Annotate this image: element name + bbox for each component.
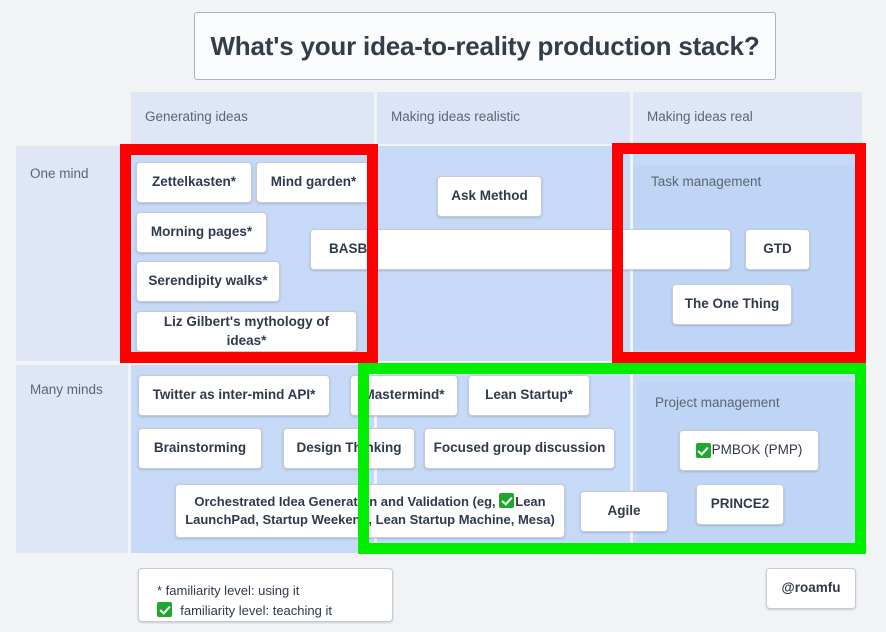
column-header-making-ideas-realistic: Making ideas realistic xyxy=(377,92,630,144)
card-twitter-inter-mind-api[interactable]: Twitter as inter-mind API* xyxy=(138,375,330,416)
column-header-label-1: Making ideas realistic xyxy=(391,109,521,124)
row-header-label-0: One mind xyxy=(30,166,89,181)
card-orchestrated-text-2: LaunchPad, Startup Weekend, Lean Startup… xyxy=(185,512,555,527)
card-pmbok-pmp[interactable]: PMBOK (PMP) xyxy=(679,430,819,471)
diagram-canvas: What's your idea-to-reality production s… xyxy=(0,0,886,632)
card-focused-group-discussion[interactable]: Focused group discussion xyxy=(424,428,615,469)
card-pmbok-label: PMBOK (PMP) xyxy=(711,442,803,458)
card-the-one-thing[interactable]: The One Thing xyxy=(672,284,792,325)
card-lean-startup[interactable]: Lean Startup* xyxy=(468,375,590,416)
row-header-label-1: Many minds xyxy=(30,382,103,397)
legend-line-teaching: familiarity level: teaching it xyxy=(157,601,392,621)
group-title-project-management: Project management xyxy=(655,395,780,410)
card-serendipity-walks[interactable]: Serendipity walks* xyxy=(136,261,280,302)
row-header-many-minds: Many minds xyxy=(16,365,128,553)
card-brainstorming[interactable]: Brainstorming xyxy=(138,428,262,469)
card-basb[interactable]: BASB xyxy=(310,229,731,270)
legend-line-using: * familiarity level: using it xyxy=(157,583,300,598)
checkmark-icon xyxy=(157,602,172,618)
card-agile[interactable]: Agile xyxy=(580,491,668,532)
card-mind-garden[interactable]: Mind garden* xyxy=(256,162,371,203)
column-header-making-ideas-real: Making ideas real xyxy=(633,92,862,144)
group-title-task-management: Task management xyxy=(651,174,762,189)
page-title-card: What's your idea-to-reality production s… xyxy=(194,12,776,80)
card-gtd[interactable]: GTD xyxy=(745,229,810,270)
legend-box: * familiarity level: using it familiarit… xyxy=(138,568,393,622)
card-liz-gilbert-mythology[interactable]: Liz Gilbert's mythology of ideas* xyxy=(136,311,357,352)
card-orchestrated-idea-generation[interactable]: Orchestrated Idea Generation and Validat… xyxy=(175,484,565,538)
card-morning-pages[interactable]: Morning pages* xyxy=(136,212,267,253)
page-title: What's your idea-to-reality production s… xyxy=(210,30,760,61)
card-orchestrated-lean: Lean xyxy=(515,494,546,510)
card-orchestrated-text-1: Orchestrated Idea Generation and Validat… xyxy=(194,494,500,510)
card-design-thinking[interactable]: Design Thinking xyxy=(283,428,415,469)
checkmark-icon xyxy=(499,493,515,509)
column-header-label-2: Making ideas real xyxy=(647,109,753,124)
legend-line-teaching-label: familiarity level: teaching it xyxy=(180,603,332,619)
checkmark-icon xyxy=(695,443,711,458)
card-ask-method[interactable]: Ask Method xyxy=(437,176,542,217)
row-header-one-mind: One mind xyxy=(16,146,128,361)
footer-handle-card[interactable]: @roamfu xyxy=(766,568,856,609)
card-prince2[interactable]: PRINCE2 xyxy=(696,484,784,525)
column-header-generating-ideas: Generating ideas xyxy=(131,92,374,144)
card-zettelkasten[interactable]: Zettelkasten* xyxy=(136,162,252,203)
card-mastermind[interactable]: Mastermind* xyxy=(350,375,458,416)
column-header-label-0: Generating ideas xyxy=(145,109,248,124)
